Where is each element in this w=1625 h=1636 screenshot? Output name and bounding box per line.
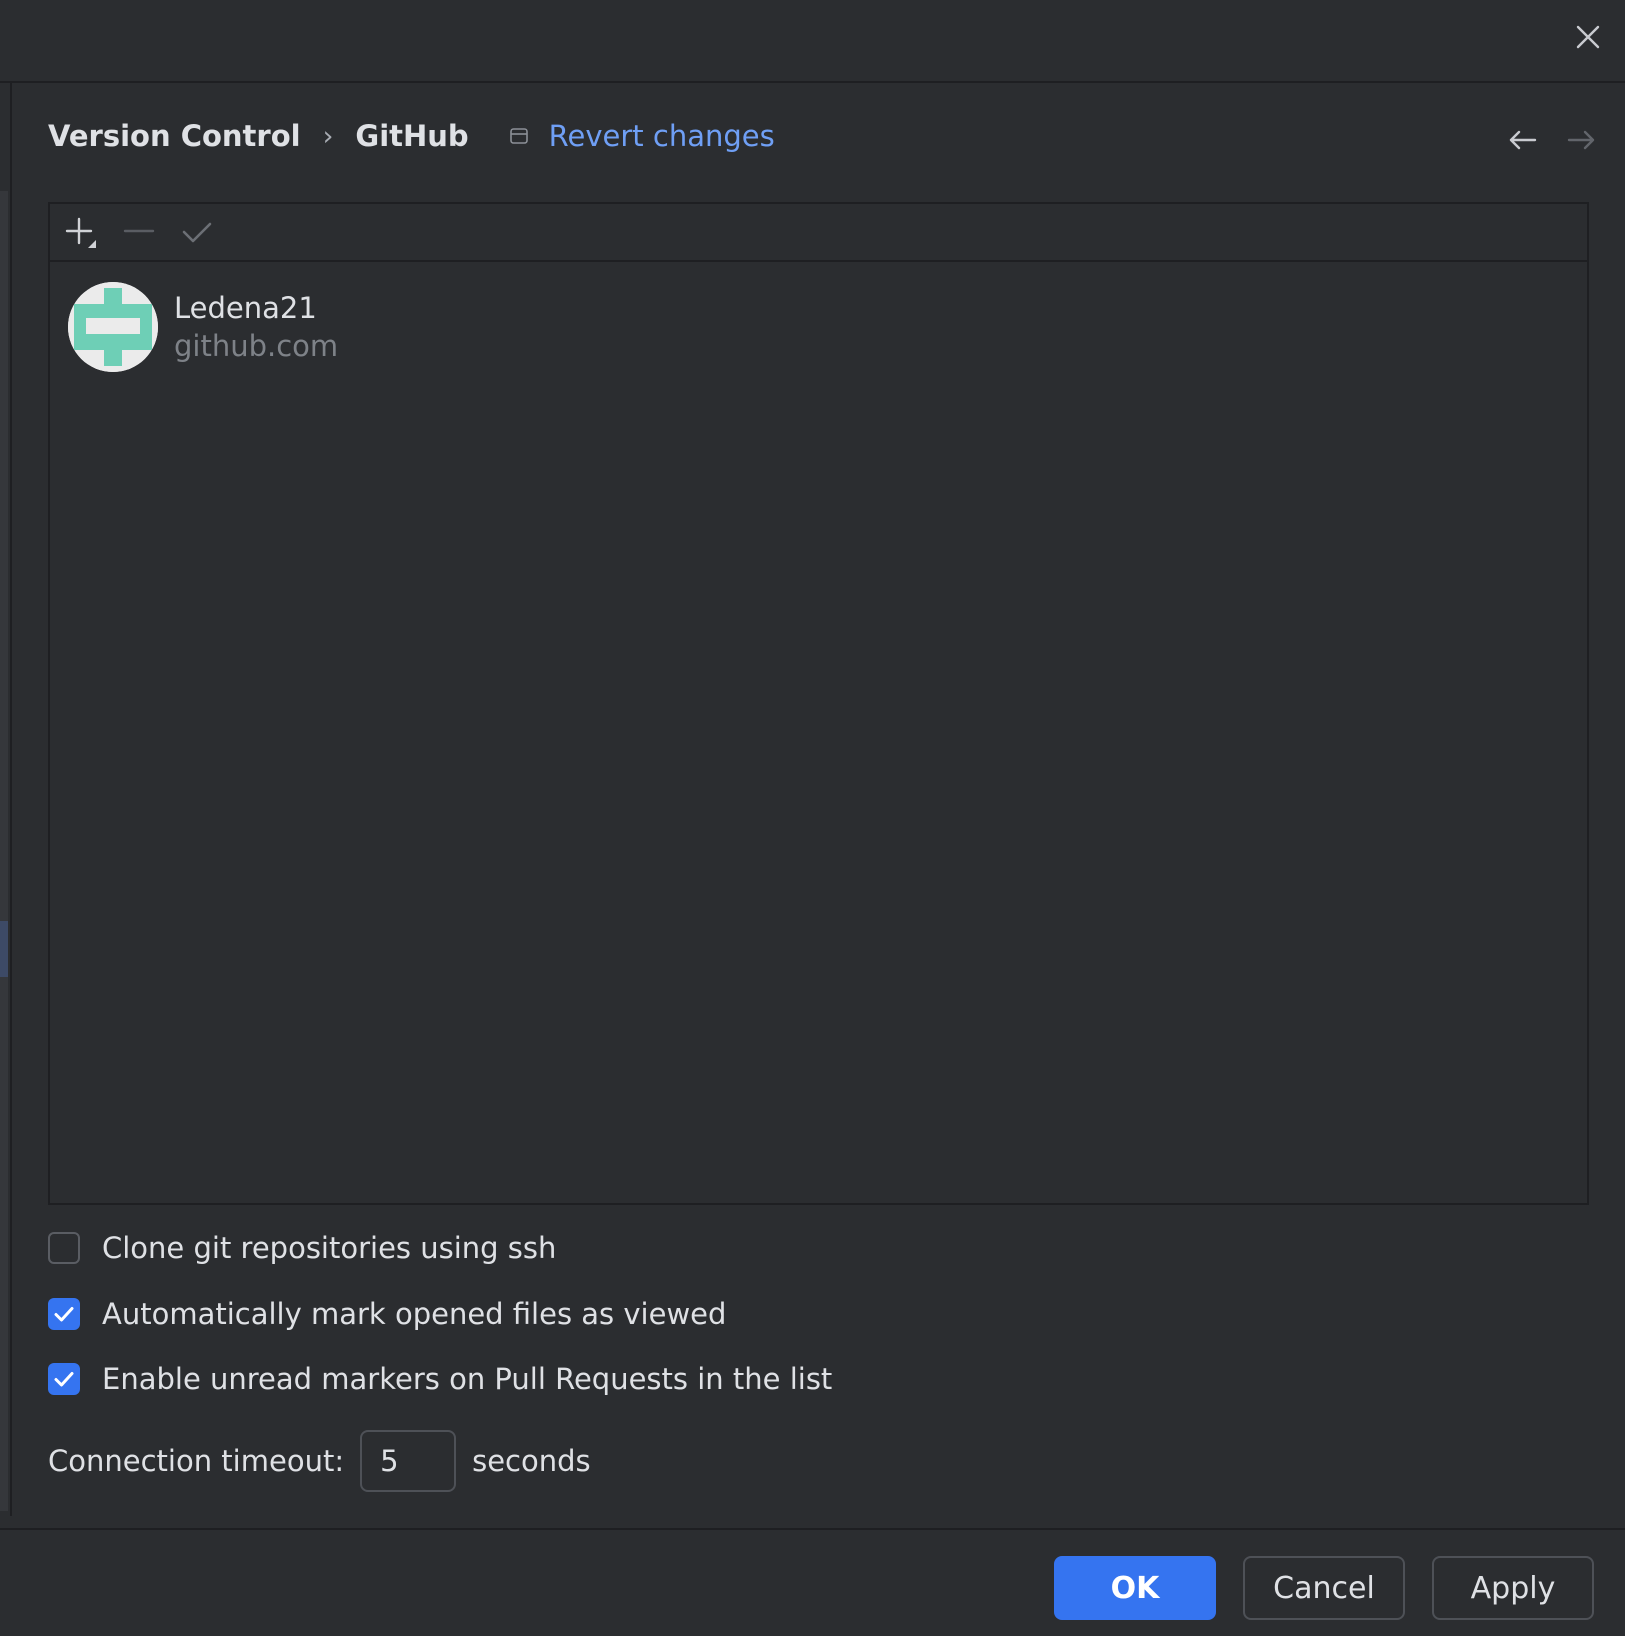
account-name: Ledena21 [174,291,317,325]
checkbox-clone-ssh[interactable] [48,1232,80,1264]
option-label: Clone git repositories using ssh [102,1231,557,1265]
avatar [68,282,158,372]
account-host: github.com [174,329,339,363]
option-mark-viewed[interactable]: Automatically mark opened files as viewe… [48,1297,726,1331]
breadcrumb-separator: › [322,120,334,152]
revert-icon [509,128,528,144]
arrow-left-icon[interactable] [1505,122,1541,158]
accounts-panel: Ledena21 github.com [48,202,1589,1205]
option-label: Automatically mark opened files as viewe… [102,1297,727,1331]
dialog-footer: OK Cancel Apply [0,1528,1625,1636]
check-icon [54,1307,74,1322]
ok-button[interactable]: OK [1054,1556,1216,1620]
arrow-right-icon [1567,130,1595,150]
timeout-input[interactable] [360,1430,457,1492]
option-unread-markers[interactable]: Enable unread markers on Pull Requests i… [48,1362,832,1396]
cancel-button[interactable]: Cancel [1243,1556,1405,1620]
timeout-unit: seconds [472,1444,591,1478]
breadcrumb-parent[interactable]: Version Control [48,119,301,153]
timeout-label: Connection timeout: [48,1444,345,1478]
check-icon [54,1372,74,1387]
checkbox-mark-viewed[interactable] [48,1298,80,1330]
revert-changes-link[interactable]: Revert changes [549,119,775,153]
plus-icon[interactable] [62,214,100,252]
close-icon[interactable] [1569,18,1607,56]
scrollbar-track [0,191,8,1511]
account-item[interactable]: Ledena21 github.com [68,282,338,372]
connection-timeout-row: Connection timeout: seconds [48,1430,591,1492]
option-label: Enable unread markers on Pull Requests i… [102,1362,833,1396]
minus-icon [123,229,155,233]
breadcrumb: Version Control › GitHub Revert changes [48,112,775,160]
apply-button[interactable]: Apply [1432,1556,1594,1620]
checkbox-unread-markers[interactable] [48,1363,80,1395]
check-icon [182,222,212,243]
settings-tree-scrollbar[interactable] [0,83,12,1516]
dialog-titlebar [0,0,1625,83]
accounts-toolbar [50,204,1587,262]
identicon-icon [68,282,158,372]
option-clone-ssh[interactable]: Clone git repositories using ssh [48,1231,556,1265]
page-title: GitHub [355,119,469,153]
scrollbar-thumb[interactable] [0,921,8,977]
